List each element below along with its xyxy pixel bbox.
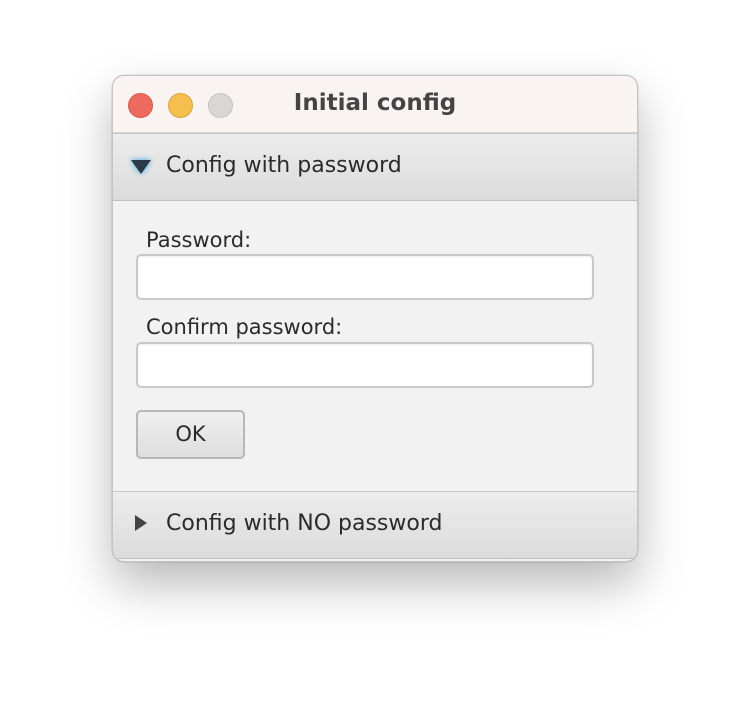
title-bar[interactable]: Initial config [113,76,637,133]
confirm-password-label: Confirm password: [146,315,343,339]
initial-config-window: Initial config Config with password Pass… [112,75,638,562]
window-title: Initial config [293,90,457,116]
password-label: Password: [146,228,252,252]
triangle-right-icon [135,515,147,531]
password-input[interactable] [136,254,594,300]
confirm-password-input[interactable] [136,342,594,388]
section-label: Config with NO password [166,511,443,536]
section-header-config-with-password[interactable]: Config with password [113,133,637,201]
ok-button[interactable]: OK [136,410,245,459]
section-label: Config with password [166,153,402,178]
section-header-config-with-no-password[interactable]: Config with NO password [113,491,637,559]
triangle-down-icon [131,160,151,174]
